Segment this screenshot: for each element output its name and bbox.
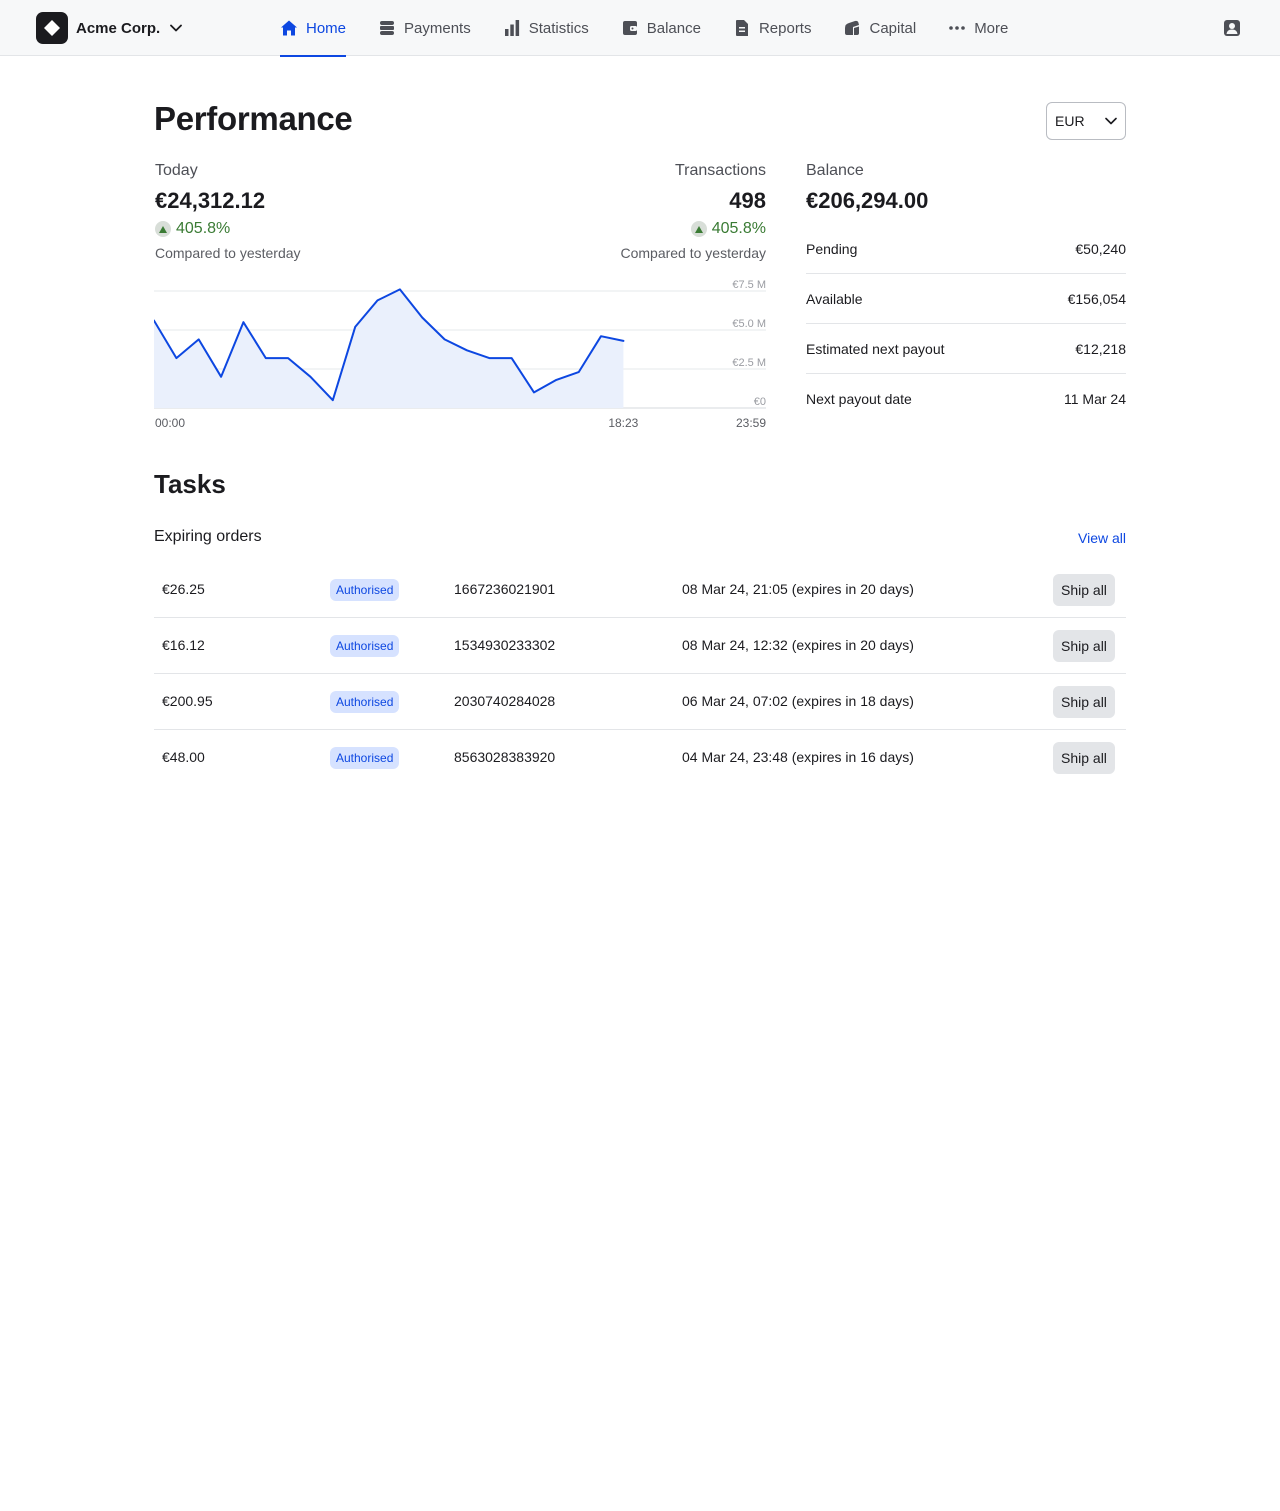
nav-home[interactable]: Home (280, 0, 347, 57)
tasks-title: Tasks (154, 469, 226, 499)
x-tick-label: 18:23 (608, 416, 638, 430)
table-row: €16.12 Authorised 1534930233302 08 Mar 2… (154, 618, 1126, 674)
balance-row-value: €156,054 (1067, 290, 1126, 307)
today-label: Today (155, 162, 198, 179)
today-comparison: Compared to yesterday (155, 245, 301, 261)
expiring-orders-title: Expiring orders (154, 528, 262, 545)
currency-select[interactable]: EUR (1046, 102, 1126, 140)
balance-row-label: Estimated next payout (806, 340, 945, 357)
order-amount: €200.95 (162, 693, 213, 709)
currency-value: EUR (1055, 113, 1085, 129)
order-reference: 2030740284028 (454, 693, 556, 709)
nav-label: More (974, 19, 1009, 37)
home-icon (280, 19, 298, 37)
order-reference: 1534930233302 (454, 637, 556, 653)
today-change: 405.8% (155, 220, 230, 238)
database-icon (378, 19, 396, 37)
status-badge: Authorised (330, 635, 400, 657)
order-amount: €48.00 (162, 749, 205, 765)
nav-label: Statistics (528, 19, 589, 37)
balance-value: €206,294.00 (806, 188, 929, 213)
balance-breakdown: Pending €50,240 Available €156,054 Estim… (806, 224, 1126, 424)
table-row: €26.25 Authorised 1667236021901 08 Mar 2… (154, 562, 1126, 618)
nav-statistics[interactable]: Statistics (503, 0, 589, 56)
order-reference: 8563028383920 (454, 749, 556, 765)
balance-row-value: €50,240 (1075, 240, 1126, 257)
table-row: €48.00 Authorised 8563028383920 04 Mar 2… (154, 730, 1126, 786)
y-tick-label: €2.5 M (732, 357, 766, 369)
chevron-down-icon (1105, 117, 1117, 125)
balance-row-label: Next payout date (806, 391, 912, 407)
nav-label: Payments (404, 19, 471, 37)
ship-all-button[interactable]: Ship all (1053, 686, 1115, 718)
chevron-down-icon (170, 24, 183, 32)
company-switcher[interactable]: Acme Corp. (36, 12, 183, 44)
x-tick-label: 23:59 (736, 416, 766, 430)
wallet-icon (621, 19, 639, 37)
balance-row-available: Available €156,054 (806, 274, 1126, 324)
y-tick-label: €7.5 M (732, 279, 766, 291)
ship-all-button[interactable]: Ship all (1053, 742, 1115, 774)
ship-all-button[interactable]: Ship all (1053, 574, 1115, 606)
nav-label: Reports (758, 19, 812, 37)
balance-row-value: 11 Mar 24 (1064, 391, 1126, 407)
main-nav: Home Payments Statistics Balance Reports (280, 0, 1040, 57)
more-icon (948, 19, 966, 37)
chart-area-fill (154, 289, 624, 408)
balance-row-payout-date: Next payout date 11 Mar 24 (806, 374, 1126, 424)
table-row: €200.95 Authorised 2030740284028 06 Mar … (154, 674, 1126, 730)
y-tick-label: €5.0 M (732, 318, 766, 330)
ship-all-button[interactable]: Ship all (1053, 630, 1115, 662)
nav-capital[interactable]: Capital (843, 0, 916, 56)
diamond-icon (36, 12, 68, 44)
order-date: 08 Mar 24, 21:05 (expires in 20 days) (682, 581, 914, 597)
user-icon[interactable] (1222, 18, 1242, 38)
bar-chart-icon (503, 19, 521, 37)
balance-row-pending: Pending €50,240 (806, 224, 1126, 274)
balance-label: Balance (806, 162, 864, 179)
balance-row-label: Available (806, 290, 863, 307)
arrow-up-icon (690, 221, 707, 237)
transactions-change-value: 405.8% (711, 220, 766, 237)
document-icon (733, 19, 751, 37)
order-amount: €16.12 (162, 637, 205, 653)
today-change-value: 405.8% (176, 220, 231, 237)
nav-balance[interactable]: Balance (621, 0, 701, 56)
balance-row-label: Pending (806, 240, 858, 257)
nav-label: Home (306, 19, 347, 37)
nav-reports[interactable]: Reports (733, 0, 812, 56)
order-date: 04 Mar 24, 23:48 (expires in 16 days) (682, 749, 914, 765)
orders-table: €26.25 Authorised 1667236021901 08 Mar 2… (154, 562, 1126, 786)
status-badge: Authorised (330, 747, 400, 769)
arrow-up-icon (155, 221, 171, 237)
order-date: 06 Mar 24, 07:02 (expires in 18 days) (682, 693, 914, 709)
transactions-change: 405.8% (566, 220, 766, 238)
company-name: Acme Corp. (76, 19, 161, 37)
revenue-chart: €7.5 M €5.0 M €2.5 M €0 00:00 18:23 23:59 (154, 279, 766, 430)
order-amount: €26.25 (162, 581, 205, 597)
order-reference: 1667236021901 (454, 581, 556, 597)
status-badge: Authorised (330, 579, 400, 601)
y-tick-label: €0 (754, 396, 766, 408)
order-date: 08 Mar 24, 12:32 (expires in 20 days) (682, 637, 914, 653)
nav-payments[interactable]: Payments (378, 0, 471, 56)
balance-row-value: €12,218 (1075, 340, 1126, 357)
balance-row-next-payout: Estimated next payout €12,218 (806, 324, 1126, 374)
page-title: Performance (154, 100, 353, 137)
top-navigation-bar: Acme Corp. Home Payments Statistics Bala… (0, 0, 1280, 57)
today-value: €24,312.12 (155, 188, 266, 213)
status-badge: Authorised (330, 691, 400, 713)
transactions-comparison: Compared to yesterday (620, 245, 766, 261)
transactions-value: 498 (729, 188, 766, 213)
transactions-label: Transactions (675, 162, 766, 179)
view-all-link[interactable]: View all (1070, 530, 1126, 546)
nav-label: Capital (869, 19, 917, 37)
capital-icon (843, 19, 861, 37)
nav-label: Balance (646, 19, 701, 37)
nav-more[interactable]: More (948, 0, 1008, 56)
x-tick-label: 00:00 (155, 416, 185, 430)
